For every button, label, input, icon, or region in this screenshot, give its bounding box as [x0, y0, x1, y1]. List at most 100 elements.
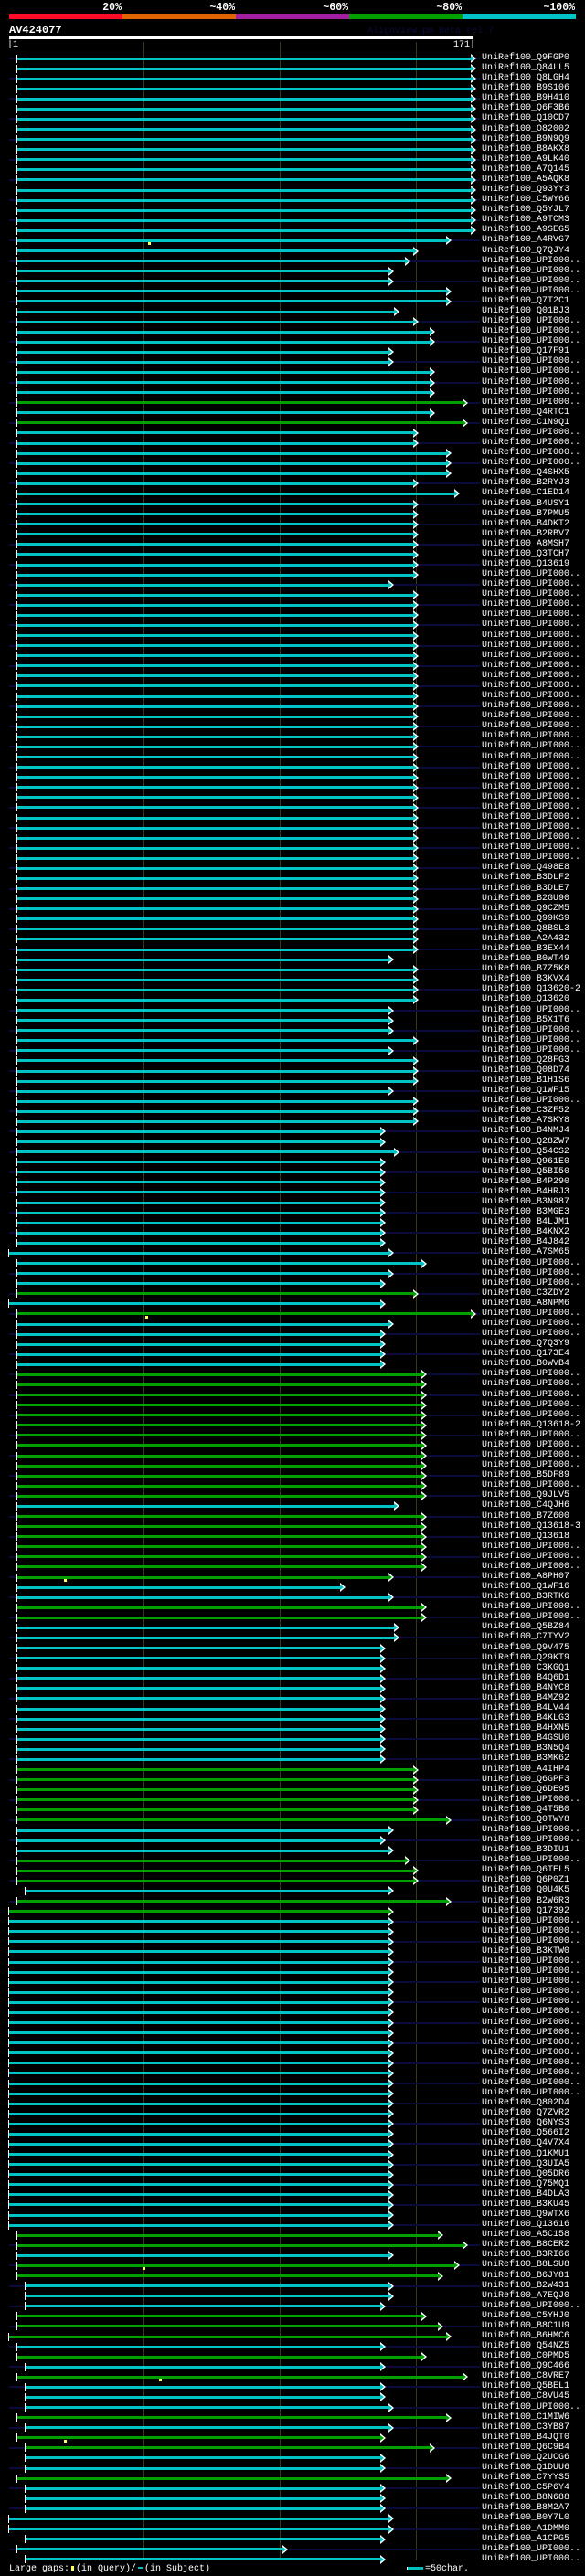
hit-label[interactable]: UniRef100_B9N9Q9 — [482, 134, 569, 144]
alignment-bar[interactable] — [16, 513, 414, 516]
hit-label[interactable]: UniRef100_Q9V475 — [482, 1643, 569, 1653]
alignment-bar[interactable] — [16, 178, 471, 182]
alignment-bar[interactable] — [16, 978, 414, 981]
hit-label[interactable]: UniRef100_B8AKX8 — [482, 144, 569, 154]
hit-label[interactable]: UniRef100_B2RYJ3 — [482, 479, 569, 488]
alignment-bar[interactable] — [9, 2203, 389, 2207]
hit-label[interactable]: UniRef100_B2W6R3 — [482, 1896, 569, 1906]
alignment-bar[interactable] — [16, 330, 431, 334]
hit-label[interactable]: UniRef100_Q08D74 — [482, 1066, 569, 1076]
alignment-bar[interactable] — [16, 745, 414, 748]
hit-label[interactable]: UniRef100_UPI000.. — [482, 1977, 580, 1987]
hit-label[interactable]: UniRef100_B8LSU8 — [482, 2261, 569, 2270]
alignment-bar[interactable] — [16, 856, 414, 860]
hit-label[interactable]: UniRef100_A1DMM0 — [482, 2524, 569, 2534]
hit-label[interactable]: UniRef100_C1MIW6 — [482, 2412, 569, 2422]
alignment-bar[interactable] — [16, 1119, 414, 1123]
hit-label[interactable]: UniRef100_B3EX44 — [482, 945, 569, 954]
hit-label[interactable]: UniRef100_Q17392 — [482, 1906, 569, 1916]
alignment-bar[interactable] — [16, 1636, 395, 1639]
alignment-bar[interactable] — [16, 684, 414, 688]
alignment-bar[interactable] — [16, 198, 471, 202]
alignment-bar[interactable] — [16, 117, 471, 121]
hit-label[interactable]: UniRef100_C8VU45 — [482, 2392, 569, 2401]
hit-label[interactable]: UniRef100_UPI000.. — [482, 1390, 580, 1400]
alignment-bar[interactable] — [16, 1667, 381, 1670]
alignment-bar[interactable] — [16, 492, 455, 495]
alignment-bar[interactable] — [16, 756, 414, 759]
hit-label[interactable]: UniRef100_UPI000.. — [482, 428, 580, 438]
alignment-bar[interactable] — [16, 1869, 414, 1872]
hit-label[interactable]: UniRef100_C7YYS5 — [482, 2474, 569, 2483]
hit-label[interactable]: UniRef100_Q6GPF3 — [482, 1775, 569, 1785]
hit-label[interactable]: UniRef100_UPI000.. — [482, 651, 580, 661]
alignment-bar[interactable] — [16, 57, 471, 60]
alignment-bar[interactable] — [16, 1352, 381, 1356]
hit-label[interactable]: UniRef100_B3N987 — [482, 1198, 569, 1207]
hit-label[interactable]: UniRef100_UPI000.. — [482, 2301, 580, 2311]
alignment-bar[interactable] — [16, 391, 431, 395]
alignment-bar[interactable] — [16, 1383, 422, 1386]
alignment-bar[interactable] — [16, 988, 414, 991]
alignment-bar[interactable] — [16, 320, 414, 323]
alignment-bar[interactable] — [16, 1241, 381, 1245]
alignment-bar[interactable] — [9, 2153, 389, 2157]
hit-label[interactable]: UniRef100_UPI000.. — [482, 1035, 580, 1045]
alignment-bar[interactable] — [16, 1647, 381, 1650]
alignment-bar[interactable] — [16, 623, 414, 627]
alignment-bar[interactable] — [16, 674, 414, 678]
alignment-bar[interactable] — [16, 300, 447, 303]
hit-label[interactable]: UniRef100_Q05DR6 — [482, 2169, 569, 2179]
hit-label[interactable]: UniRef100_UPI000.. — [482, 1461, 580, 1470]
alignment-bar[interactable] — [16, 603, 414, 607]
hit-label[interactable]: UniRef100_B7Z600 — [482, 1511, 569, 1521]
alignment-bar[interactable] — [16, 1494, 422, 1498]
hit-label[interactable]: UniRef100_C8VRE7 — [482, 2372, 569, 2381]
alignment-bar[interactable] — [16, 472, 447, 475]
alignment-bar[interactable] — [16, 1454, 422, 1458]
hit-label[interactable]: UniRef100_B3MGE3 — [482, 1208, 569, 1217]
hit-label[interactable]: UniRef100_UPI000.. — [482, 802, 580, 812]
alignment-bar[interactable] — [16, 593, 414, 597]
hit-label[interactable]: UniRef100_UPI000.. — [482, 762, 580, 772]
hit-label[interactable]: UniRef100_B4MZ92 — [482, 1693, 569, 1703]
hit-label[interactable]: UniRef100_B5X1T6 — [482, 1015, 569, 1025]
hit-label[interactable]: UniRef100_UPI000.. — [482, 1552, 580, 1562]
hit-label[interactable]: UniRef100_UPI000.. — [482, 620, 580, 630]
alignment-bar[interactable] — [9, 1302, 381, 1306]
hit-label[interactable]: UniRef100_B1H1S6 — [482, 1076, 569, 1086]
alignment-bar[interactable] — [9, 2072, 389, 2075]
alignment-bar[interactable] — [16, 228, 471, 232]
hit-label[interactable]: UniRef100_UPI000.. — [482, 1795, 580, 1805]
hit-label[interactable]: UniRef100_UPI000.. — [482, 792, 580, 802]
hit-label[interactable]: UniRef100_C3YB87 — [482, 2422, 569, 2433]
alignment-bar[interactable] — [16, 1362, 381, 1366]
alignment-bar[interactable] — [16, 1849, 389, 1852]
alignment-bar[interactable] — [9, 2213, 389, 2217]
alignment-bar[interactable] — [9, 2173, 389, 2177]
alignment-bar[interactable] — [16, 1272, 389, 1276]
alignment-bar[interactable] — [16, 1282, 381, 1286]
hit-label[interactable]: UniRef100_A7EQJ0 — [482, 2291, 569, 2301]
hit-label[interactable]: UniRef100_UPI000.. — [482, 712, 580, 721]
alignment-bar[interactable] — [16, 1059, 414, 1063]
alignment-bar[interactable] — [9, 1980, 389, 1984]
hit-label[interactable]: UniRef100_UPI000.. — [482, 377, 580, 387]
hit-label[interactable]: UniRef100_Q4SHX5 — [482, 469, 569, 478]
hit-label[interactable]: UniRef100_A7SM65 — [482, 1248, 569, 1257]
hit-label[interactable]: UniRef100_Q13619 — [482, 560, 569, 569]
hit-label[interactable]: UniRef100_B4DKT2 — [482, 519, 569, 529]
hit-label[interactable]: UniRef100_Q2UCG6 — [482, 2453, 569, 2463]
hit-label[interactable]: UniRef100_B3MK62 — [482, 1754, 569, 1764]
hit-label[interactable]: UniRef100_UPI000.. — [482, 449, 580, 458]
alignment-bar[interactable] — [16, 148, 471, 152]
alignment-bar[interactable] — [16, 998, 414, 1002]
hit-label[interactable]: UniRef100_A5AQK8 — [482, 175, 569, 185]
alignment-bar[interactable] — [16, 2243, 463, 2247]
hit-label[interactable]: UniRef100_UPI000.. — [482, 1430, 580, 1440]
hit-label[interactable]: UniRef100_C0PMD5 — [482, 2352, 569, 2361]
hit-label[interactable]: UniRef100_Q8BSL3 — [482, 924, 569, 934]
hit-label[interactable]: UniRef100_A4IHP4 — [482, 1765, 569, 1775]
alignment-bar[interactable] — [16, 370, 431, 374]
hit-label[interactable]: UniRef100_B3N5Q4 — [482, 1744, 569, 1754]
